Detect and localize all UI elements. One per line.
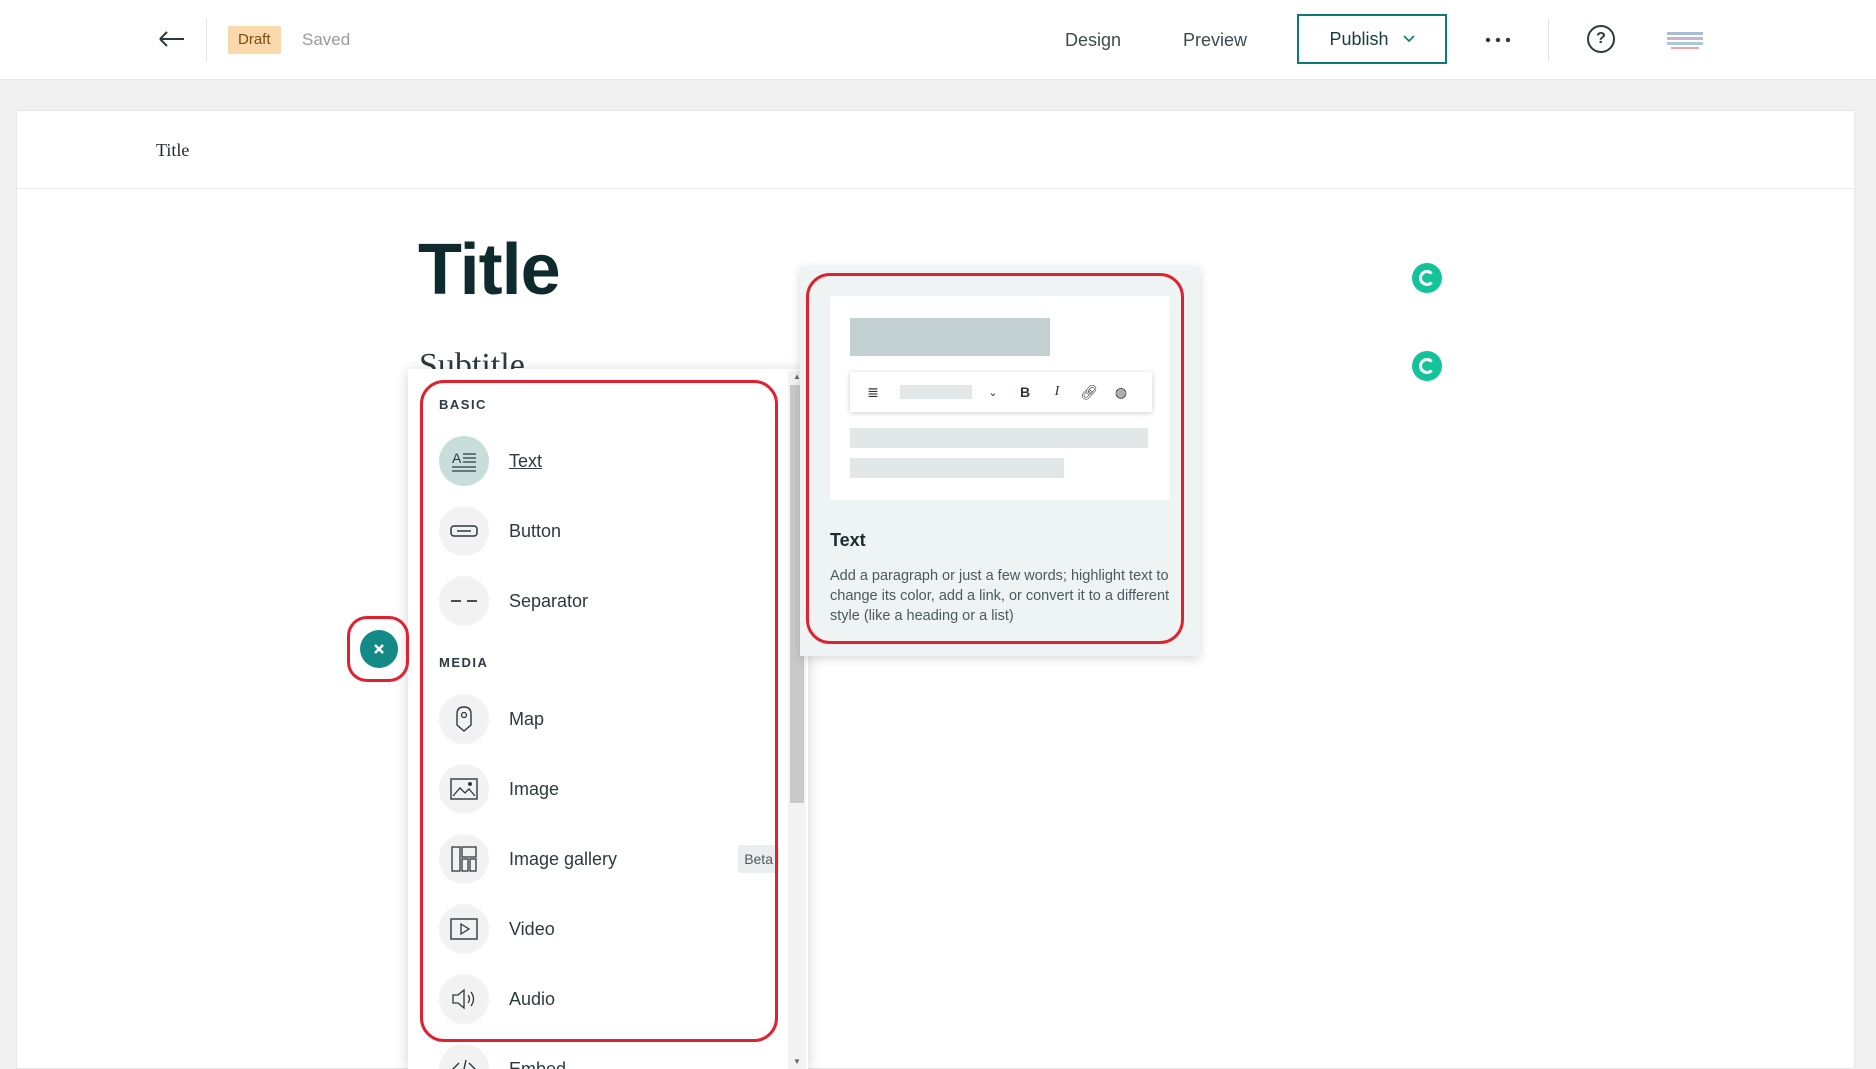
story-title[interactable]: Title [418, 229, 561, 311]
back-arrow-icon[interactable] [156, 22, 188, 56]
menu-item-text[interactable]: A Text [439, 435, 779, 487]
map-pin-icon [439, 694, 489, 744]
text-block-preview-image: ≣ ⌄ B I 🔗︎ ◍ [830, 296, 1170, 500]
more-options-button[interactable] [1482, 24, 1514, 56]
button-block-icon [439, 506, 489, 556]
menu-item-image[interactable]: Image [439, 763, 779, 815]
status-badge: Draft [228, 26, 281, 54]
menu-item-label: Embed [509, 1058, 567, 1069]
italic-icon: I [1054, 384, 1060, 399]
preview-text-line [850, 428, 1148, 448]
preview-title: Text [830, 530, 866, 550]
block-preview-card: ≣ ⌄ B I 🔗︎ ◍ Text Add a paragraph or jus… [800, 266, 1200, 656]
image-icon [439, 764, 489, 814]
design-link[interactable]: Design [1065, 30, 1121, 51]
grammarly-icon[interactable] [1412, 263, 1442, 293]
image-gallery-icon [439, 834, 489, 884]
menu-item-button[interactable]: Button [439, 505, 779, 557]
menu-item-video[interactable]: Video [439, 903, 779, 955]
menu-item-label: Button [509, 520, 562, 541]
header-title[interactable]: Title [156, 140, 189, 161]
svg-text:A: A [452, 450, 462, 466]
save-status: Saved [302, 30, 351, 49]
menu-item-map[interactable]: Map [439, 693, 779, 745]
color-palette-icon: ◍ [1114, 383, 1128, 400]
menu-item-embed[interactable]: Embed [439, 1043, 779, 1069]
scroll-down-arrow-icon[interactable]: ▼ [792, 1058, 802, 1066]
text-block-icon: A [439, 436, 489, 486]
close-icon [374, 644, 384, 654]
menu-item-audio[interactable]: Audio [439, 973, 779, 1025]
menu-item-label: Text [509, 450, 543, 471]
publish-button[interactable]: Publish [1297, 14, 1447, 64]
menu-item-image-gallery[interactable]: Image gallery Beta [439, 833, 779, 885]
menu-item-label: Image [509, 778, 560, 799]
help-icon[interactable]: ? [1587, 25, 1615, 53]
separator-block-icon [439, 576, 489, 626]
ellipsis-icon [1485, 37, 1511, 43]
beta-badge: Beta [738, 845, 779, 873]
text-style-icon: ≣ [867, 383, 879, 400]
story-header: Title [17, 111, 1854, 189]
bold-icon: B [1019, 384, 1031, 400]
preview-heading-placeholder [850, 318, 1050, 356]
divider [1548, 18, 1549, 62]
link-icon: 🔗︎ [1080, 383, 1098, 400]
menu-item-label: Audio [509, 988, 556, 1009]
menu-item-label: Video [509, 918, 555, 939]
avatar[interactable] [1667, 30, 1703, 50]
publish-button-label: Publish [1329, 28, 1389, 49]
preview-description: Add a paragraph or just a few words; hig… [830, 568, 1170, 624]
section-label-media: MEDIA [439, 655, 489, 670]
block-menu: BASIC A Text Button Separator MEDIA Map … [408, 369, 808, 1069]
audio-icon [439, 974, 489, 1024]
menu-item-label: Separator [509, 590, 589, 611]
close-block-menu-button[interactable] [360, 630, 398, 668]
top-bar: Draft Saved Design Preview Publish ? [0, 0, 1876, 80]
menu-item-label: Image gallery [509, 848, 618, 869]
menu-item-separator[interactable]: Separator [439, 575, 779, 627]
video-icon [439, 904, 489, 954]
preview-text-line [850, 458, 1064, 478]
section-label-basic: BASIC [439, 397, 487, 412]
embed-icon [439, 1044, 489, 1069]
menu-item-label: Map [509, 708, 545, 729]
style-select-placeholder [900, 385, 972, 399]
preview-link[interactable]: Preview [1183, 30, 1247, 51]
divider [206, 18, 207, 62]
chevron-down-icon: ⌄ [988, 386, 998, 399]
preview-formatting-toolbar: ≣ ⌄ B I 🔗︎ ◍ [850, 372, 1152, 412]
grammarly-icon[interactable] [1412, 351, 1442, 381]
chevron-down-icon [1402, 35, 1415, 43]
